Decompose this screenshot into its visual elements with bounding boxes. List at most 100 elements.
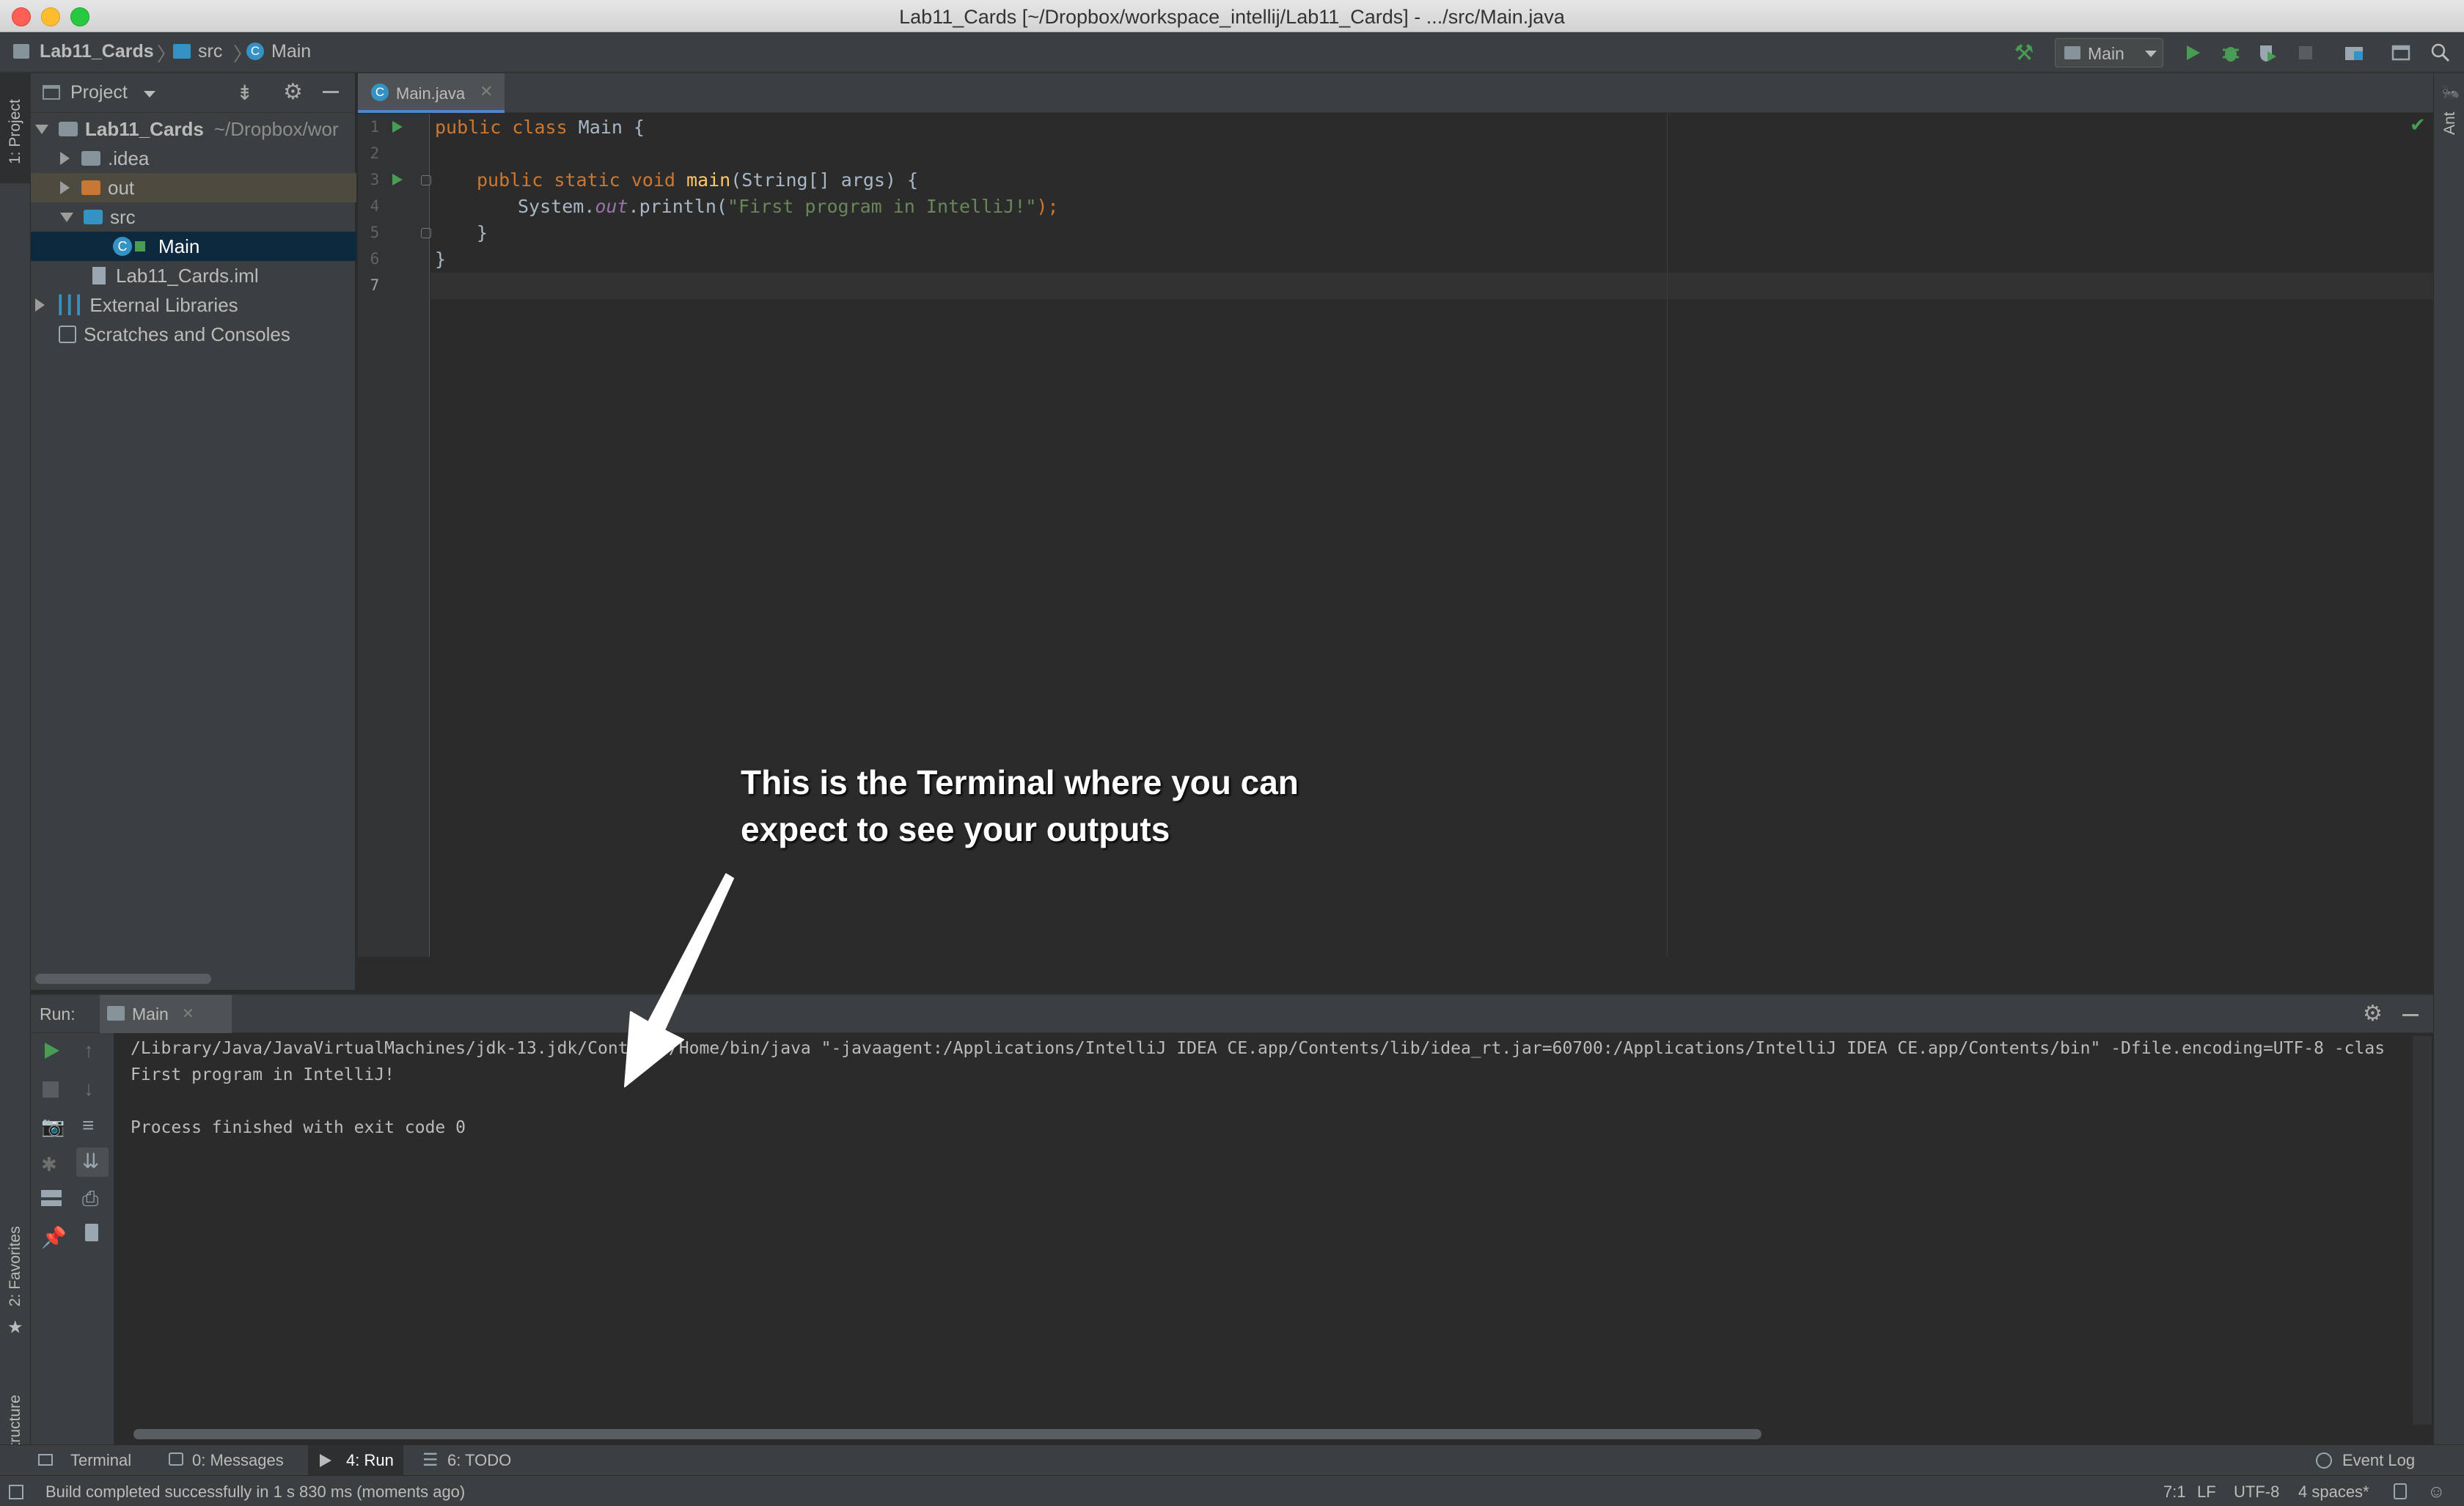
scroll-to-end-toggle[interactable]: ⇊ — [76, 1147, 109, 1177]
breadcrumb-main[interactable]: Main — [271, 41, 311, 62]
application-icon — [2064, 46, 2080, 59]
inspector-icon[interactable]: ☺ — [2427, 1482, 2446, 1502]
collapse-all-icon[interactable]: ⇟ — [236, 81, 253, 105]
search-icon[interactable] — [2427, 40, 2454, 66]
class-icon: C — [371, 84, 389, 101]
ant-tool-tab[interactable]: 🐜 Ant — [2434, 73, 2464, 147]
caret-position[interactable]: 7:1 — [2163, 1483, 2186, 1502]
bottom-tool-tabs: Terminal 0: Messages 4: Run ☰ 6: TODO Ev… — [0, 1444, 2464, 1476]
fold-marker-icon[interactable] — [421, 175, 431, 186]
module-file-icon — [92, 267, 106, 284]
run-toolbar-secondary: ↑ ↓ ≡ ⇊ ⎙ — [72, 1033, 114, 1446]
hide-panel-icon[interactable] — [323, 91, 339, 93]
tab-run[interactable]: 4: Run — [308, 1445, 403, 1476]
arrow-up-icon[interactable]: ↑ — [84, 1039, 94, 1062]
pin-icon[interactable]: 📌 — [41, 1225, 67, 1249]
right-tool-stripe: 🐜 Ant — [2433, 73, 2464, 1444]
run-panel-label: Run: — [40, 1004, 76, 1024]
hide-panel-icon[interactable] — [2402, 1014, 2419, 1016]
tree-item-src[interactable]: src — [31, 202, 356, 232]
code-line-3: public static void main(String[] args) { — [477, 169, 919, 191]
annotation-line-2: expect to see your outputs — [741, 810, 1170, 848]
tree-item-out[interactable]: out — [31, 173, 356, 202]
tree-item-project-root[interactable]: Lab11_Cards ~/Dropbox/wor — [31, 114, 356, 144]
left-tool-stripe: 1: Project 2: Favorites ★ Z: Structure — [0, 73, 31, 1475]
collapsed-arrow-icon — [35, 298, 45, 312]
editor-gutter: 1 2 3 4 5 6 7 — [358, 114, 431, 957]
stop-icon[interactable] — [2292, 40, 2319, 66]
file-encoding[interactable]: UTF-8 — [2234, 1483, 2279, 1502]
debug-icon[interactable] — [2218, 40, 2244, 66]
run-icon[interactable] — [2179, 40, 2206, 66]
restore-layout-icon[interactable] — [41, 1190, 62, 1206]
arrow-down-icon[interactable]: ↓ — [84, 1077, 94, 1101]
project-folder-icon — [13, 44, 29, 59]
console-horizontal-scrollbar[interactable] — [133, 1429, 1761, 1439]
class-icon: C — [246, 43, 264, 60]
tab-event-log[interactable]: Event Log — [2310, 1445, 2427, 1476]
project-tool-tab[interactable]: 1: Project — [0, 73, 31, 183]
build-hammer-icon[interactable]: ⚒ — [2011, 40, 2037, 66]
tree-item-scratches[interactable]: Scratches and Consoles — [31, 320, 356, 349]
print-icon[interactable]: ⎙ — [82, 1187, 98, 1211]
toggle-tool-windows-icon[interactable] — [9, 1485, 23, 1499]
console-output-line: First program in IntelliJ! — [131, 1065, 395, 1084]
fold-marker-icon[interactable] — [421, 228, 431, 238]
lock-icon[interactable] — [2394, 1483, 2407, 1499]
run-with-coverage-icon[interactable] — [2254, 40, 2281, 66]
dump-threads-icon[interactable]: 📷 — [41, 1115, 65, 1138]
status-message[interactable]: Build completed successfully in 1 s 830 … — [45, 1483, 465, 1502]
breadcrumb-src[interactable]: src — [198, 41, 222, 62]
module-folder-icon — [59, 122, 78, 136]
code-line-4: System.out.println("First program in Int… — [518, 196, 1059, 217]
annotation-line-1: This is the Terminal where you can — [741, 763, 1299, 801]
annotation-arrow-icon — [624, 873, 734, 1087]
line-number: 7 — [370, 276, 380, 294]
breadcrumb-project[interactable]: Lab11_Cards — [40, 41, 154, 62]
tree-item-label: src — [110, 205, 136, 228]
tree-item-iml[interactable]: Lab11_Cards.iml — [31, 261, 356, 290]
horizontal-scrollbar[interactable] — [35, 974, 211, 984]
run-tab-main[interactable]: Main ✕ — [100, 995, 232, 1033]
console-exit-line: Process finished with exit code 0 — [131, 1118, 466, 1137]
tree-item-idea[interactable]: .idea — [31, 144, 356, 173]
tab-messages[interactable]: 0: Messages — [161, 1445, 301, 1476]
editor-tab-bar: C Main.java ✕ — [358, 73, 2433, 113]
tab-todo[interactable]: ☰ 6: TODO — [417, 1445, 527, 1476]
tab-terminal[interactable]: Terminal — [38, 1445, 148, 1476]
expanded-arrow-icon — [60, 212, 73, 222]
run-toolbar-primary: 📷 ✱ 📌 — [31, 1033, 72, 1446]
tree-item-label: External Libraries — [89, 293, 238, 316]
run-gutter-icon[interactable] — [390, 120, 405, 138]
source-folder-icon — [84, 210, 103, 224]
tab-main-java[interactable]: C Main.java ✕ — [358, 73, 505, 113]
run-gutter-icon[interactable] — [390, 172, 405, 191]
tree-item-external-libraries[interactable]: ┃┃┃ External Libraries — [31, 290, 356, 320]
close-tab-icon[interactable]: ✕ — [480, 82, 493, 101]
presentation-mode-icon[interactable] — [2388, 40, 2414, 66]
line-separator[interactable]: LF — [2197, 1483, 2216, 1502]
console-vertical-scrollbar[interactable] — [2413, 1036, 2432, 1425]
project-structure-icon[interactable] — [2341, 40, 2367, 66]
gear-icon[interactable]: ⚙ — [283, 79, 303, 105]
favorites-tool-tab-label: 2: Favorites — [7, 1226, 23, 1307]
ant-icon: 🐜 — [2441, 85, 2460, 101]
event-log-icon — [2316, 1452, 2332, 1469]
tree-item-main[interactable]: C Main — [31, 232, 356, 261]
line-number: 3 — [370, 171, 380, 188]
code-line-6: } — [435, 249, 447, 270]
chevron-down-icon[interactable] — [144, 91, 155, 98]
code-editor[interactable]: 1 2 3 4 5 6 7 public class Main { public… — [358, 114, 2433, 993]
stop-icon[interactable] — [43, 1081, 59, 1098]
trash-icon[interactable] — [85, 1224, 98, 1241]
close-tab-icon[interactable]: ✕ — [182, 1004, 194, 1023]
inspection-ok-icon[interactable]: ✔ — [2410, 114, 2426, 136]
gear-icon[interactable]: ⚙ — [2363, 1001, 2383, 1026]
run-configuration-selector[interactable]: Main — [2055, 38, 2163, 67]
soft-wrap-icon[interactable]: ≡ — [82, 1114, 94, 1137]
debug-bug-icon[interactable]: ✱ — [41, 1153, 57, 1176]
chevron-down-icon — [2145, 51, 2157, 57]
indent-setting[interactable]: 4 spaces* — [2298, 1483, 2369, 1502]
project-view-selector[interactable]: Project — [70, 82, 128, 103]
rerun-icon[interactable] — [41, 1040, 62, 1065]
